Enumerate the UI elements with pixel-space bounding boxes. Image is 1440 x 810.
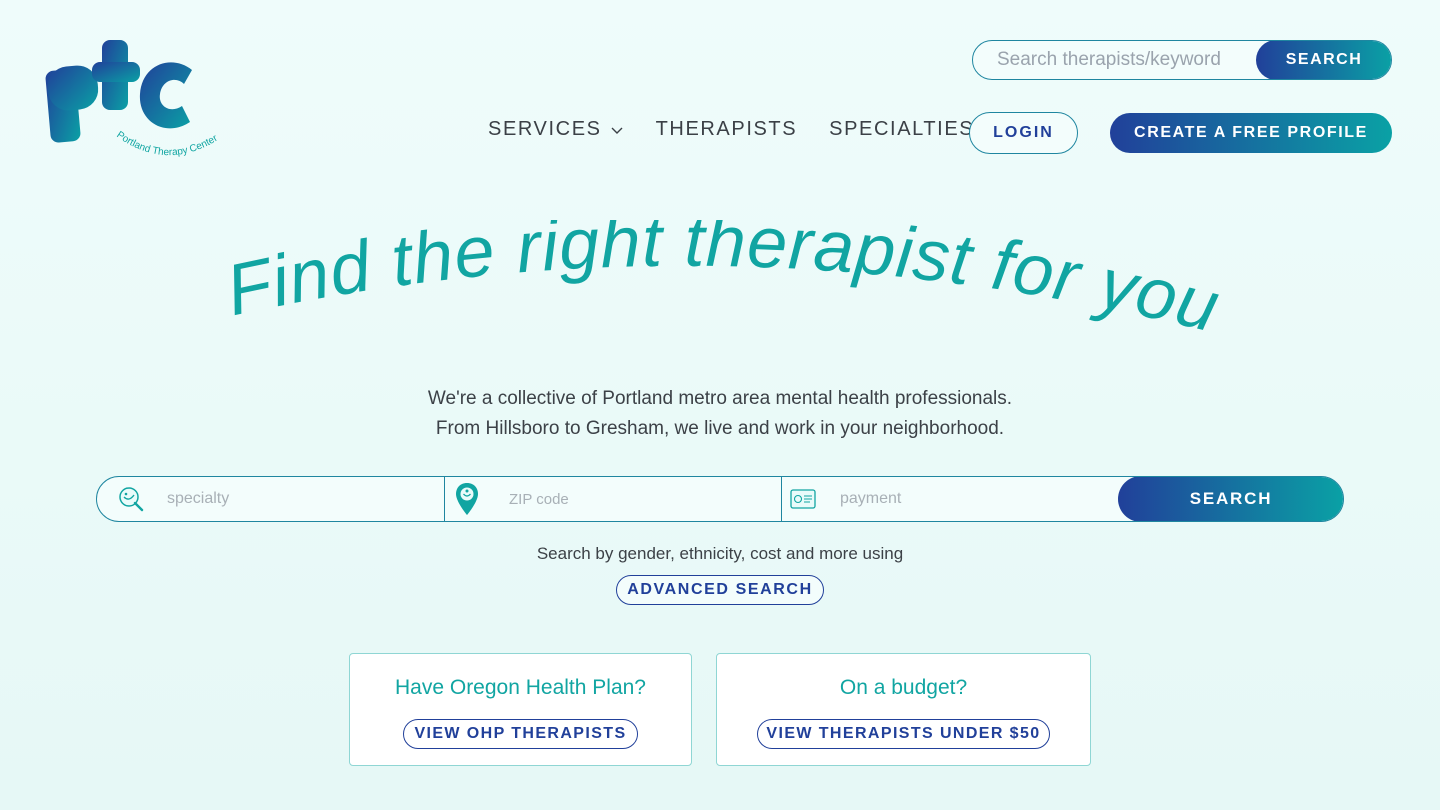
location-pin-icon [456,483,478,515]
advanced-search-hint: Search by gender, ethnicity, cost and mo… [536,544,904,563]
intro-line-1: We're a collective of Portland metro are… [427,388,1013,409]
nav-services[interactable]: SERVICES [488,118,624,141]
specialty-segment [97,477,445,521]
therapist-search-bar: SEARCH [96,476,1344,522]
logo-subtitle: Portland Therapy Center [114,130,220,159]
view-budget-therapists-button[interactable]: VIEW THERAPISTS UNDER $50 [757,719,1050,749]
budget-card: On a budget? VIEW THERAPISTS UNDER $50 [716,653,1091,766]
nav-services-label: SERVICES [488,118,602,140]
hero-intro: We're a collective of Portland metro are… [0,384,1440,444]
advanced-search-button[interactable]: ADVANCED SEARCH [616,575,824,605]
payment-input[interactable] [816,477,1119,521]
view-ohp-therapists-button[interactable]: VIEW OHP THERAPISTS [403,719,638,749]
budget-card-title: On a budget? [839,676,968,699]
ohp-card: Have Oregon Health Plan? VIEW OHP THERAP… [349,653,692,766]
zip-segment [445,477,782,521]
header-search: SEARCH [972,40,1392,80]
nav-therapists[interactable]: THERAPISTS [656,118,798,141]
chevron-down-icon [611,127,623,134]
hero-headline: Find the right therapist for you [219,220,1227,348]
header-search-input[interactable] [973,41,1256,79]
zip-input[interactable] [479,477,781,521]
header-search-button[interactable]: SEARCH [1256,41,1391,79]
nav-specialties[interactable]: SPECIALTIES [829,118,974,141]
svg-text:Find the right therapist for y: Find the right therapist for you [219,220,1227,348]
specialty-input[interactable] [145,477,444,521]
specialty-search-icon [119,487,144,512]
ohp-card-title: Have Oregon Health Plan? [395,676,646,699]
main-nav: SERVICES THERAPISTS SPECIALTIES [488,118,1006,141]
payment-segment [782,477,1119,521]
logo[interactable]: Portland Therapy Center [44,36,244,176]
login-button[interactable]: LOGIN [969,112,1078,154]
svg-text:Portland Therapy Center: Portland Therapy Center [114,130,220,159]
search-button[interactable]: SEARCH [1118,477,1343,521]
payment-card-icon [790,489,816,509]
create-profile-button[interactable]: CREATE A FREE PROFILE [1110,113,1392,153]
intro-line-2: From Hillsboro to Gresham, we live and w… [435,418,1005,439]
